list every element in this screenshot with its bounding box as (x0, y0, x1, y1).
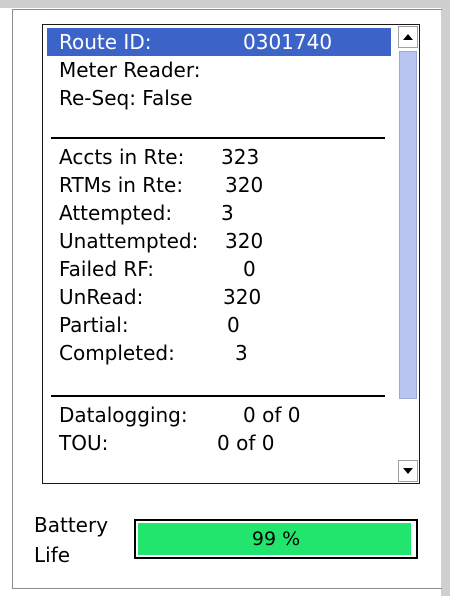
datalogging-label: Datalogging: (59, 403, 188, 427)
accts-in-rte-value: 323 (221, 145, 260, 169)
accts-in-rte-label: Accts in Rte: (59, 145, 185, 169)
list-item-unattempted[interactable]: Unattempted: 320 (59, 227, 263, 255)
route-info-list: Route ID: 0301740 Meter Reader: Re-Seq: … (43, 25, 397, 483)
list-item-failed-rf[interactable]: Failed RF: 0 (59, 255, 256, 283)
scroll-down-button[interactable] (398, 460, 418, 482)
partial-label: Partial: (59, 313, 129, 337)
scroll-up-button[interactable] (398, 26, 418, 48)
rtms-in-rte-value: 320 (225, 173, 264, 197)
scroll-thumb[interactable] (399, 51, 417, 399)
failed-rf-value: 0 (243, 257, 256, 281)
datalogging-value: 0 of 0 (243, 403, 301, 427)
list-item-unread[interactable]: UnRead: 320 (59, 283, 261, 311)
battery-percent-text: 99 % (251, 528, 301, 550)
list-divider (51, 137, 385, 139)
list-item-datalogging[interactable]: Datalogging: 0 of 0 (59, 401, 300, 429)
unread-value: 320 (223, 285, 262, 309)
tou-value: 0 of 0 (217, 431, 275, 455)
route-info-listbox[interactable]: Route ID: 0301740 Meter Reader: Re-Seq: … (42, 24, 420, 484)
top-border (0, 0, 450, 8)
list-item-attempted[interactable]: Attempted: 3 (59, 199, 234, 227)
list-item-meter-reader[interactable]: Meter Reader: (59, 56, 200, 84)
unattempted-value: 320 (225, 229, 264, 253)
completed-value: 3 (235, 341, 248, 365)
right-border (441, 0, 450, 596)
attempted-value: 3 (221, 201, 234, 225)
tou-label: TOU: (59, 431, 109, 455)
list-item-re-seq[interactable]: Re-Seq: False (59, 84, 193, 112)
meter-reader-label: Meter Reader: (59, 58, 201, 82)
battery-progress-bar: 99 % (134, 519, 418, 559)
unread-label: UnRead: (59, 285, 144, 309)
battery-label: Battery (34, 513, 109, 537)
list-item-tou[interactable]: TOU: 0 of 0 (59, 429, 274, 457)
vertical-scrollbar[interactable] (397, 25, 419, 483)
arrow-down-icon (403, 468, 413, 474)
partial-value: 0 (227, 313, 240, 337)
battery-life-label: Life (34, 543, 71, 567)
list-item-accts-in-rte[interactable]: Accts in Rte: 323 (59, 143, 259, 171)
attempted-label: Attempted: (59, 201, 173, 225)
re-seq-label: Re-Seq: False (59, 86, 193, 110)
route-id-label: Route ID: (59, 30, 152, 54)
unattempted-label: Unattempted: (59, 229, 199, 253)
failed-rf-label: Failed RF: (59, 257, 154, 281)
route-id-value: 0301740 (243, 30, 333, 54)
list-item-rtms-in-rte[interactable]: RTMs in Rte: 320 (59, 171, 263, 199)
list-item-partial[interactable]: Partial: 0 (59, 311, 240, 339)
list-divider (51, 395, 385, 397)
completed-label: Completed: (59, 341, 175, 365)
rtms-in-rte-label: RTMs in Rte: (59, 173, 184, 197)
route-summary-screen: Route ID: 0301740 Meter Reader: Re-Seq: … (0, 0, 450, 596)
arrow-up-icon (403, 34, 413, 40)
list-item-completed[interactable]: Completed: 3 (59, 339, 248, 367)
list-item-route-id[interactable]: Route ID: 0301740 (47, 28, 391, 56)
